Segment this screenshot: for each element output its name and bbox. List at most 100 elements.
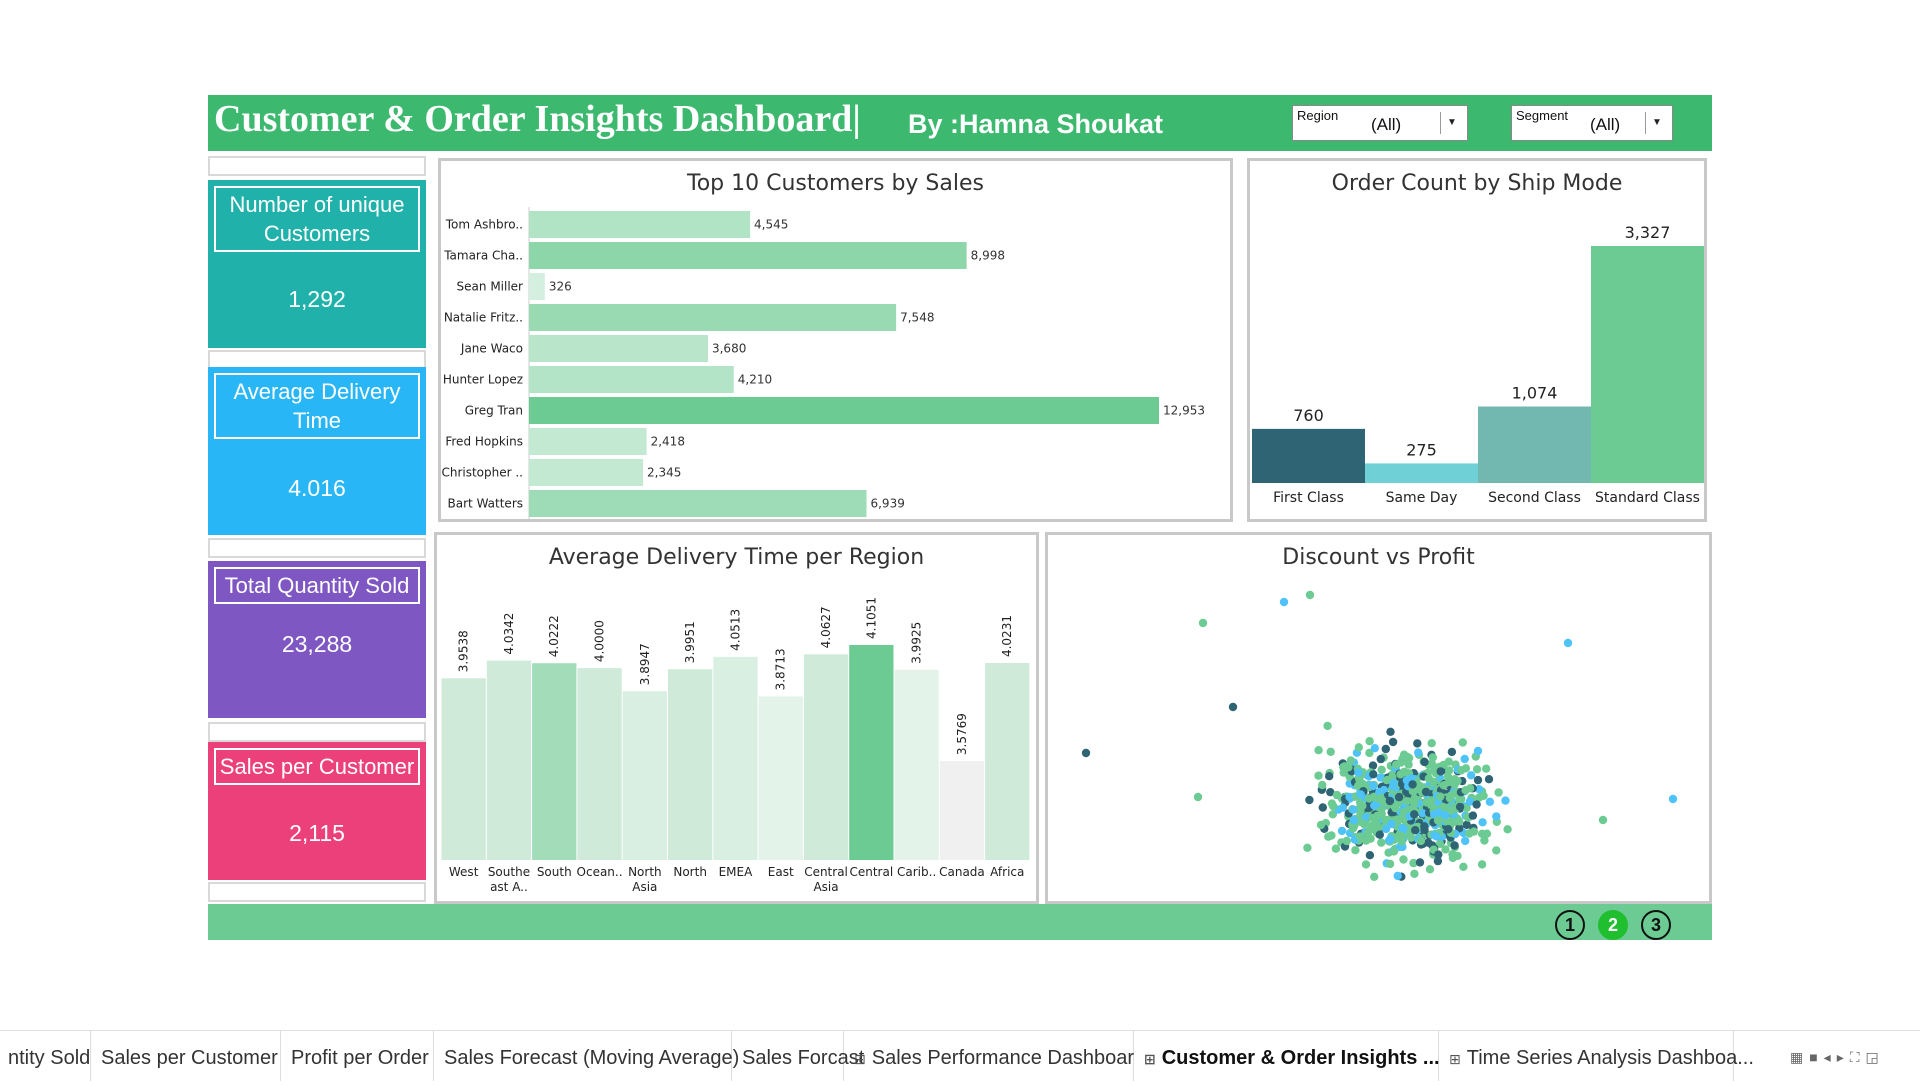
scatter-point[interactable] <box>1473 746 1483 756</box>
scatter-point[interactable] <box>1329 802 1338 811</box>
tab-nav-controls[interactable]: ▦■◂▸⛶◲ <box>1790 1049 1885 1066</box>
scatter-point[interactable] <box>1466 771 1476 780</box>
scatter-point[interactable] <box>1415 858 1425 867</box>
scatter-point[interactable] <box>1472 765 1482 774</box>
scatter-point[interactable] <box>1477 829 1487 838</box>
scatter-point[interactable] <box>1338 803 1348 812</box>
customer-bar[interactable] <box>529 366 734 393</box>
scatter-point[interactable] <box>1356 790 1365 799</box>
sheet-tab[interactable]: ⊞ Customer & Order Insights ... <box>1134 1031 1440 1081</box>
scatter-point[interactable] <box>1436 767 1445 776</box>
scatter-point[interactable] <box>1314 746 1323 755</box>
scatter-point[interactable] <box>1368 781 1378 791</box>
scatter-point[interactable] <box>1399 855 1408 864</box>
scatter-point[interactable] <box>1668 794 1678 804</box>
scatter-point[interactable] <box>1409 796 1418 805</box>
page-1-button[interactable]: 1 <box>1555 910 1585 940</box>
sheet-tab[interactable]: Sales per Customer <box>91 1031 281 1081</box>
customer-bar[interactable] <box>529 428 647 455</box>
scatter-point[interactable] <box>1323 721 1332 731</box>
scatter-point[interactable] <box>1492 812 1501 821</box>
ship-mode-bar[interactable] <box>1478 406 1591 483</box>
region-bar[interactable] <box>532 663 577 860</box>
scatter-point[interactable] <box>1420 757 1429 767</box>
scatter-point[interactable] <box>1408 780 1417 789</box>
scatter-point[interactable] <box>1416 836 1426 846</box>
region-bar[interactable] <box>894 669 939 860</box>
scatter-point[interactable] <box>1460 754 1469 764</box>
sheet-tab[interactable]: ⊞ Time Series Analysis Dashboa... <box>1439 1031 1754 1081</box>
scatter-point[interactable] <box>1427 796 1436 805</box>
customer-bar[interactable] <box>529 211 751 238</box>
scatter-point[interactable] <box>1385 859 1395 869</box>
customer-bar[interactable] <box>529 335 708 362</box>
scatter-point[interactable] <box>1434 808 1443 817</box>
scatter-point[interactable] <box>1482 764 1491 773</box>
scatter-point[interactable] <box>1450 841 1459 850</box>
scatter-point[interactable] <box>1424 774 1434 783</box>
customer-bar[interactable] <box>529 273 545 300</box>
scatter-point[interactable] <box>1391 803 1400 813</box>
scatter-point[interactable] <box>1477 860 1487 869</box>
page-3-button[interactable]: 3 <box>1641 910 1671 940</box>
scatter-point[interactable] <box>1397 831 1406 841</box>
scatter-point[interactable] <box>1453 851 1462 861</box>
scatter-point[interactable] <box>1433 816 1443 825</box>
scatter-point[interactable] <box>1388 737 1398 747</box>
scatter-point[interactable] <box>1316 820 1326 830</box>
scatter-point[interactable] <box>1349 816 1359 825</box>
scatter-point[interactable] <box>1303 843 1312 852</box>
customer-bar[interactable] <box>529 242 967 269</box>
scatter-point[interactable] <box>1415 781 1425 791</box>
region-bar[interactable] <box>849 645 894 860</box>
scatter-point[interactable] <box>1447 747 1457 757</box>
ship-mode-bar[interactable] <box>1252 428 1365 483</box>
scatter-point[interactable] <box>1420 825 1429 835</box>
scatter-point[interactable] <box>1365 737 1374 746</box>
scatter-point[interactable] <box>1198 618 1208 628</box>
scatter-point[interactable] <box>1503 825 1512 834</box>
scatter-point[interactable] <box>1326 747 1335 756</box>
scatter-point[interactable] <box>1305 795 1314 805</box>
region-bar[interactable] <box>441 678 486 860</box>
scatter-point[interactable] <box>1472 800 1481 809</box>
region-bar[interactable] <box>486 660 532 860</box>
scatter-point[interactable] <box>1461 836 1470 846</box>
scatter-point[interactable] <box>1473 775 1483 785</box>
scatter-point[interactable] <box>1324 832 1333 841</box>
scatter-point[interactable] <box>1393 871 1402 881</box>
scatter-point[interactable] <box>1455 802 1465 811</box>
scatter-point[interactable] <box>1427 739 1436 748</box>
scatter-point[interactable] <box>1479 791 1488 800</box>
scatter-point[interactable] <box>1458 738 1467 747</box>
scatter-point[interactable] <box>1081 748 1091 758</box>
scatter-point[interactable] <box>1385 796 1395 806</box>
sheet-tab[interactable]: Profit per Order <box>281 1031 434 1081</box>
ship-mode-bar[interactable] <box>1591 246 1704 483</box>
scatter-point[interactable] <box>1389 847 1399 856</box>
scatter-point[interactable] <box>1344 763 1353 772</box>
scatter-point[interactable] <box>1413 739 1422 748</box>
scatter-point[interactable] <box>1377 838 1386 847</box>
scatter-point[interactable] <box>1466 784 1475 793</box>
scatter-point[interactable] <box>1494 788 1503 797</box>
scatter-point[interactable] <box>1331 844 1341 853</box>
scatter-point[interactable] <box>1387 819 1396 829</box>
sheet-tab[interactable]: Sales Forcast <box>732 1031 864 1081</box>
scatter-point[interactable] <box>1351 846 1360 855</box>
scatter-point[interactable] <box>1432 832 1441 841</box>
scatter-point[interactable] <box>1193 792 1203 802</box>
scatter-point[interactable] <box>1478 818 1487 827</box>
scatter-point[interactable] <box>1425 865 1435 874</box>
scatter-point[interactable] <box>1445 793 1455 803</box>
chevron-down-icon[interactable]: ▼ <box>1440 112 1463 134</box>
customer-bar[interactable] <box>529 490 867 517</box>
page-2-button[interactable]: 2 <box>1598 910 1628 940</box>
scatter-point[interactable] <box>1354 743 1363 752</box>
scatter-point[interactable] <box>1400 754 1409 763</box>
scatter-point[interactable] <box>1369 770 1378 779</box>
scatter-point[interactable] <box>1385 835 1394 845</box>
scatter-point[interactable] <box>1332 790 1342 800</box>
region-bar[interactable] <box>577 668 622 860</box>
scatter-point[interactable] <box>1370 744 1379 753</box>
